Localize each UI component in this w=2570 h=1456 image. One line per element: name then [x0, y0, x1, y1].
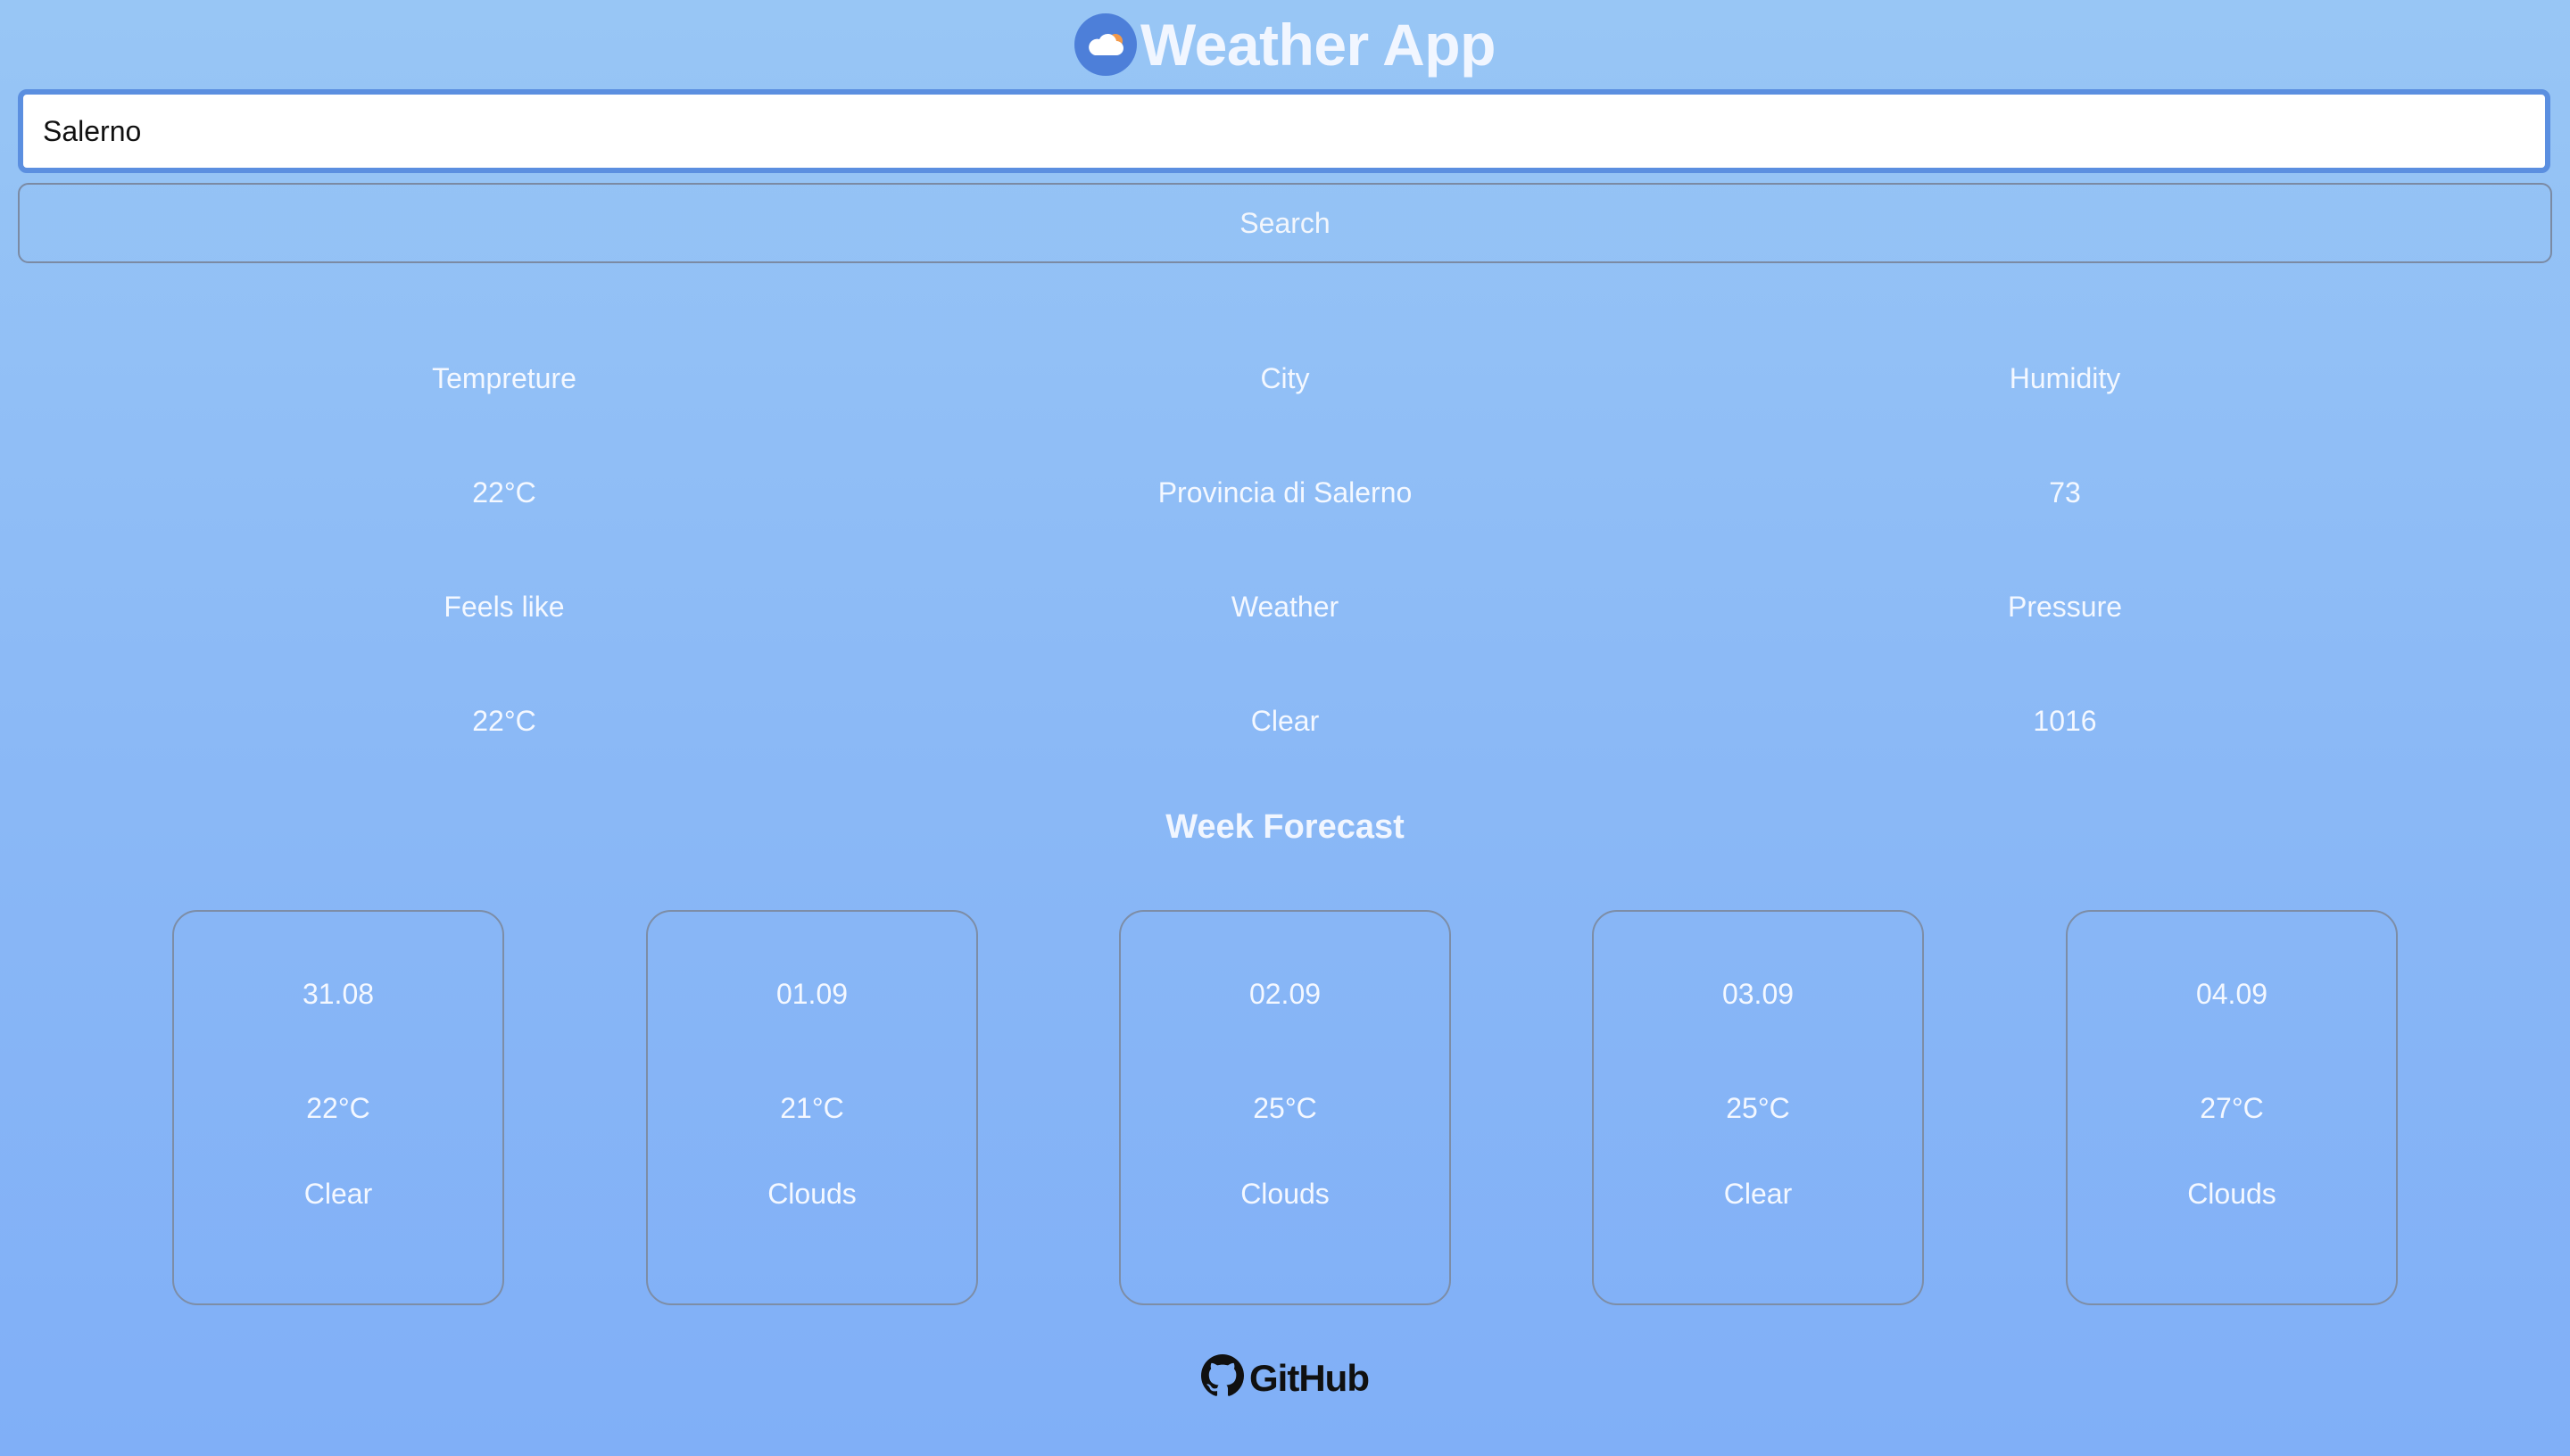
forecast-card: 04.09 27°C Clouds [2066, 910, 2398, 1305]
cloud-sun-icon [1074, 13, 1138, 76]
forecast-temp: 27°C [2200, 1092, 2264, 1124]
city-label: City [1260, 362, 1310, 394]
forecast-title: Week Forecast [1165, 808, 1405, 846]
github-label: GitHub [1249, 1356, 1370, 1399]
github-link[interactable]: GitHub [0, 1354, 2570, 1402]
forecast-card: 31.08 22°C Clear [172, 910, 504, 1305]
search-input[interactable] [18, 89, 2550, 173]
forecast-condition: Clear [303, 1178, 373, 1210]
forecast-date: 02.09 [1248, 978, 1322, 1010]
forecast-card: 01.09 21°C Clouds [646, 910, 978, 1305]
forecast-date: 31.08 [302, 978, 375, 1010]
temperature-label: Tempreture [432, 362, 576, 394]
pressure-label: Pressure [2007, 591, 2123, 623]
feels-like-value: 22°C [472, 705, 536, 737]
forecast-temp: 25°C [1726, 1092, 1790, 1124]
github-icon [1201, 1354, 1245, 1402]
app-header: Weather App [0, 7, 2570, 82]
forecast-temp: 22°C [306, 1092, 370, 1124]
weather-label: Weather [1231, 591, 1339, 623]
forecast-condition: Clouds [1240, 1178, 1330, 1210]
temperature-value: 22°C [472, 476, 536, 509]
forecast-card: 03.09 25°C Clear [1592, 910, 1924, 1305]
forecast-condition: Clouds [2187, 1178, 2276, 1210]
forecast-temp: 25°C [1253, 1092, 1317, 1124]
forecast-condition: Clouds [767, 1178, 857, 1210]
weather-value: Clear [1250, 705, 1320, 737]
forecast-temp: 21°C [780, 1092, 844, 1124]
app-title: Weather App [1140, 12, 1496, 78]
forecast-card: 02.09 25°C Clouds [1119, 910, 1451, 1305]
pressure-value: 1016 [2033, 705, 2097, 737]
search-button[interactable]: Search [18, 183, 2552, 263]
humidity-label: Humidity [2009, 362, 2121, 394]
forecast-date: 03.09 [1721, 978, 1795, 1010]
forecast-date: 01.09 [775, 978, 849, 1010]
humidity-value: 73 [2049, 476, 2081, 509]
feels-like-label: Feels like [444, 591, 565, 623]
forecast-condition: Clear [1723, 1178, 1793, 1210]
city-value: Provincia di Salerno [1157, 476, 1413, 509]
forecast-date: 04.09 [2195, 978, 2268, 1010]
